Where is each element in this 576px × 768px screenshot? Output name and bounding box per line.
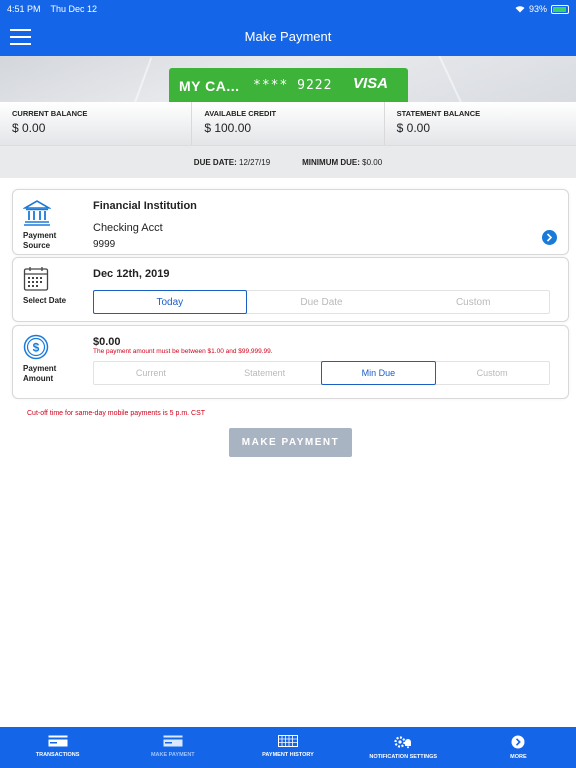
amount-option-current[interactable]: Current — [94, 362, 208, 384]
balances-row: CURRENT BALANCE $ 0.00 AVAILABLE CREDIT … — [0, 102, 576, 146]
battery-percent: 93% — [528, 4, 547, 14]
date-option-due-date[interactable]: Due Date — [246, 291, 398, 313]
gear-bell-icon — [394, 736, 412, 749]
due-row: DUE DATE: 12/27/19 MINIMUM DUE: $0.00 — [0, 146, 576, 178]
select-date-body: Dec 12th, 2019 Today Due Date Custom — [93, 258, 568, 321]
side-label: Select Date — [23, 296, 67, 305]
payment-source-panel[interactable]: Payment Source Financial Institution Che… — [12, 189, 569, 255]
minimum-due: MINIMUM DUE: $0.00 — [302, 157, 383, 167]
balance-label: CURRENT BALANCE — [12, 109, 88, 118]
side-label: Amount — [23, 374, 54, 383]
card-number: **** 9222 — [253, 78, 333, 93]
amount-segmented-control: Current Statement Min Due Custom — [93, 361, 550, 385]
tab-payment-history[interactable]: PAYMENT HISTORY — [230, 727, 345, 768]
selected-date: Dec 12th, 2019 — [93, 268, 170, 280]
status-bar: 4:51 PM Thu Dec 12 93% — [0, 0, 576, 18]
battery-icon — [551, 4, 569, 14]
select-date-panel: Select Date Dec 12th, 2019 Today Due Dat… — [12, 257, 569, 322]
amount-option-statement[interactable]: Statement — [208, 362, 322, 384]
amount-option-custom[interactable]: Custom — [435, 362, 549, 384]
tab-make-payment[interactable]: MAKE PAYMENT — [115, 727, 230, 768]
calendar-grid-icon — [278, 735, 298, 747]
card-banner: MY CA... **** 9222 VISA — [0, 56, 576, 102]
select-date-side: Select Date — [13, 258, 81, 321]
balance-value: $ 0.00 — [396, 121, 431, 135]
date-segmented-control: Today Due Date Custom — [93, 290, 550, 314]
statement-balance: STATEMENT BALANCE $ 0.00 — [383, 102, 576, 145]
wifi-icon — [515, 6, 525, 13]
chevron-circle-icon — [511, 735, 525, 749]
tab-transactions[interactable]: TRANSACTIONS — [0, 727, 115, 768]
card-icon — [48, 735, 68, 747]
card-outline-icon — [163, 735, 183, 747]
tab-label: MORE — [510, 754, 527, 760]
account-name: Checking Acct — [93, 222, 163, 234]
status-right: 93% — [515, 4, 569, 14]
balance-label: STATEMENT BALANCE — [396, 109, 481, 118]
make-payment-button[interactable]: MAKE PAYMENT — [229, 428, 352, 457]
bank-icon — [23, 200, 51, 226]
amount-error-message: The payment amount must be between $1.00… — [93, 348, 273, 355]
payment-source-side: Payment Source — [13, 190, 81, 254]
balance-label: AVAILABLE CREDIT — [204, 109, 277, 118]
tab-bar: TRANSACTIONS MAKE PAYMENT PAYMENT HISTOR… — [0, 727, 576, 768]
side-label: Payment — [23, 231, 57, 240]
date-option-custom[interactable]: Custom — [397, 291, 549, 313]
date-option-today[interactable]: Today — [93, 290, 247, 314]
tab-label: MAKE PAYMENT — [150, 752, 195, 758]
payment-source-body: Financial Institution Checking Acct 9999 — [93, 190, 568, 254]
calendar-icon — [23, 267, 49, 291]
payment-amount-value: $0.00 — [93, 336, 121, 348]
tab-label: PAYMENT HISTORY — [262, 752, 314, 758]
svg-text:$: $ — [33, 341, 40, 355]
cutoff-note: Cut-off time for same-day mobile payment… — [27, 410, 206, 417]
due-date: DUE DATE: 12/27/19 — [193, 157, 271, 167]
status-date: Thu Dec 12 — [50, 4, 98, 14]
page-title: Make Payment — [244, 29, 332, 44]
side-label: Payment — [23, 364, 57, 373]
chevron-right-icon[interactable] — [542, 230, 557, 245]
tab-more[interactable]: MORE — [461, 727, 576, 768]
status-time: 4:51 PM — [7, 4, 41, 14]
nav-bar: Make Payment — [0, 18, 576, 56]
payment-amount-side: $ Payment Amount — [13, 326, 81, 398]
tab-label: NOTIFICATION SETTINGS — [369, 754, 438, 760]
available-credit: AVAILABLE CREDIT $ 100.00 — [191, 102, 383, 145]
payment-amount-panel: $ Payment Amount $0.00 The payment amoun… — [12, 325, 569, 399]
payment-amount-body: $0.00 The payment amount must be between… — [93, 326, 568, 398]
visa-logo: VISA — [352, 75, 388, 92]
account-number: 9999 — [93, 239, 116, 250]
current-balance: CURRENT BALANCE $ 0.00 — [0, 102, 191, 145]
balance-value: $ 0.00 — [12, 121, 46, 135]
institution-title: Financial Institution — [93, 200, 197, 212]
balance-value: $ 100.00 — [204, 121, 252, 135]
tab-notification-settings[interactable]: NOTIFICATION SETTINGS — [346, 727, 461, 768]
dollar-icon: $ — [23, 334, 49, 360]
side-label: Source — [23, 241, 51, 250]
tab-label: TRANSACTIONS — [35, 752, 80, 758]
amount-option-min-due[interactable]: Min Due — [320, 361, 437, 385]
card-selector[interactable]: MY CA... **** 9222 VISA — [169, 68, 408, 102]
card-name: MY CA... — [179, 78, 240, 94]
